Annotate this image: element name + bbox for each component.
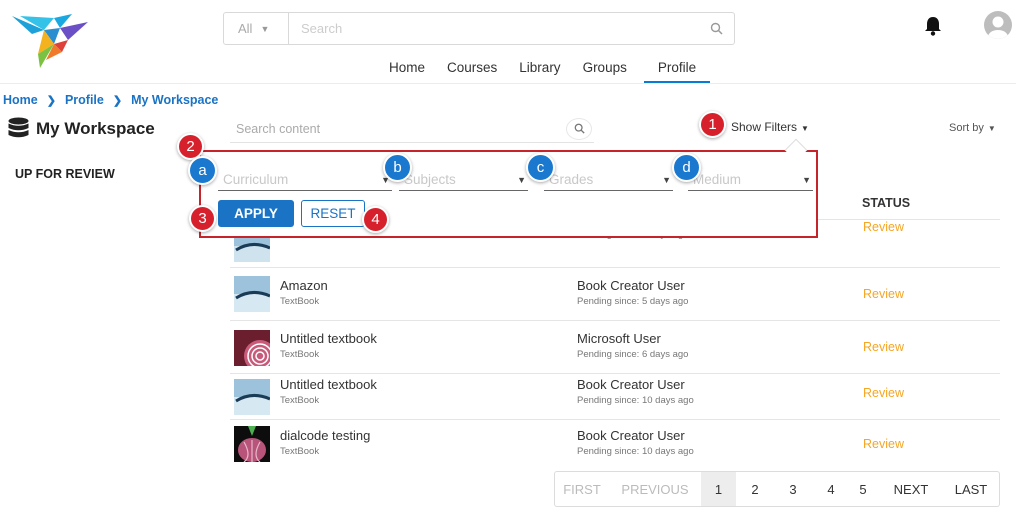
breadcrumb-home[interactable]: Home: [3, 93, 38, 107]
review-link[interactable]: Review: [863, 386, 904, 400]
search-scope-label: All: [238, 21, 253, 36]
row-pending: Pending since: 10 days ago: [577, 446, 694, 457]
callout-badge-d: d: [672, 153, 701, 182]
filter-panel: Curriculum ▼ Subjects ▼ Grades ▼ Medium …: [199, 150, 818, 238]
medium-select[interactable]: Medium ▼: [688, 169, 813, 191]
sort-by-dropdown[interactable]: Sort by ▼: [949, 122, 996, 134]
book-thumbnail: [234, 276, 270, 312]
header-divider: [0, 83, 1016, 84]
show-filters-label: Show Filters: [731, 120, 798, 134]
content-search-input[interactable]: [230, 121, 566, 136]
table-row[interactable]: Untitled textbook TextBook Book Creator …: [230, 374, 1000, 420]
callout-badge-3: 3: [189, 205, 216, 232]
content-search-bar: [230, 115, 594, 143]
show-filters-toggle[interactable]: Show Filters ▼: [731, 120, 809, 134]
page-next[interactable]: NEXT: [876, 472, 946, 506]
page-title: My Workspace: [8, 117, 155, 141]
chevron-right-icon: ❯: [46, 94, 56, 107]
database-icon: [8, 117, 29, 138]
page-first[interactable]: FIRST: [555, 472, 609, 506]
row-type: TextBook: [280, 349, 320, 360]
nav-home[interactable]: Home: [384, 57, 430, 83]
review-link[interactable]: Review: [863, 340, 904, 354]
caret-down-icon: ▼: [662, 174, 671, 185]
row-title: Untitled textbook: [280, 331, 377, 346]
workspace-title: My Workspace: [36, 119, 155, 138]
row-user: Book Creator User: [577, 278, 685, 293]
review-link[interactable]: Review: [863, 287, 904, 301]
notification-bell-icon[interactable]: [922, 15, 944, 37]
apply-button[interactable]: APPLY: [218, 200, 294, 227]
row-user: Microsoft User: [577, 331, 661, 346]
row-title: Untitled textbook: [280, 377, 377, 392]
review-link[interactable]: Review: [863, 220, 904, 234]
row-title: dialcode testing: [280, 428, 371, 443]
callout-badge-b: b: [383, 153, 412, 182]
table-row[interactable]: Untitled textbook TextBook Microsoft Use…: [230, 321, 1000, 374]
breadcrumb: Home ❯ Profile ❯ My Workspace: [3, 93, 218, 107]
row-pending: Pending since: 10 days ago: [577, 395, 694, 406]
subjects-select[interactable]: Subjects ▼: [399, 169, 528, 191]
book-thumbnail: [234, 330, 270, 366]
grades-placeholder: Grades: [549, 172, 594, 187]
subjects-placeholder: Subjects: [404, 172, 456, 187]
callout-badge-4: 4: [362, 206, 389, 233]
search-input[interactable]: [289, 13, 698, 44]
row-type: TextBook: [280, 446, 320, 457]
global-search-bar: All ▼: [223, 12, 735, 45]
search-scope-dropdown[interactable]: All ▼: [224, 13, 289, 44]
callout-badge-a: a: [188, 156, 217, 185]
page-2[interactable]: 2: [736, 472, 774, 506]
caret-down-icon: ▼: [987, 124, 996, 133]
page-last[interactable]: LAST: [946, 472, 996, 506]
chevron-right-icon: ❯: [112, 94, 123, 107]
main-nav: Home Courses Library Groups Profile: [384, 57, 711, 83]
search-icon[interactable]: [698, 13, 734, 44]
pagination: FIRST PREVIOUS 1 2 3 4 5 NEXT LAST: [554, 471, 1000, 507]
row-title: Amazon: [280, 278, 328, 293]
row-user: Book Creator User: [577, 377, 685, 392]
curriculum-select[interactable]: Curriculum ▼: [218, 169, 392, 191]
row-pending: Pending since: 5 days ago: [577, 296, 689, 307]
page-previous[interactable]: PREVIOUS: [609, 472, 701, 506]
table-row[interactable]: dialcode testing TextBook Book Creator U…: [230, 420, 1000, 468]
page-3[interactable]: 3: [774, 472, 812, 506]
page-1[interactable]: 1: [701, 472, 736, 506]
medium-placeholder: Medium: [693, 172, 742, 187]
user-avatar[interactable]: [984, 11, 1012, 39]
page-5[interactable]: 5: [850, 472, 876, 506]
nav-groups[interactable]: Groups: [578, 57, 632, 83]
caret-down-icon: ▼: [802, 174, 811, 185]
caret-down-icon: ▼: [517, 174, 526, 185]
nav-courses[interactable]: Courses: [442, 57, 502, 83]
callout-badge-1: 1: [699, 111, 726, 138]
row-type: TextBook: [280, 296, 320, 307]
row-type: TextBook: [280, 395, 320, 406]
status-column-header: STATUS: [862, 196, 911, 210]
table-row[interactable]: Amazon TextBook Book Creator User Pendin…: [230, 268, 1000, 321]
callout-badge-c: c: [526, 153, 555, 182]
row-user: Book Creator User: [577, 428, 685, 443]
chevron-down-icon: ▼: [260, 23, 270, 34]
row-pending: Pending since: 6 days ago: [577, 349, 689, 360]
nav-library[interactable]: Library: [514, 57, 565, 83]
review-link[interactable]: Review: [863, 437, 904, 451]
breadcrumb-my-workspace[interactable]: My Workspace: [131, 93, 218, 107]
reset-button[interactable]: RESET: [301, 200, 365, 227]
sort-by-label: Sort by: [949, 122, 984, 134]
book-thumbnail: [234, 379, 270, 415]
sidebar-item-up-for-review[interactable]: UP FOR REVIEW: [0, 157, 140, 191]
book-thumbnail: [234, 426, 270, 462]
caret-down-icon: ▼: [801, 124, 809, 133]
nav-profile[interactable]: Profile: [643, 57, 711, 83]
curriculum-placeholder: Curriculum: [223, 172, 289, 187]
search-icon[interactable]: [566, 117, 592, 140]
grades-select[interactable]: Grades ▼: [544, 169, 673, 191]
bird-logo-icon[interactable]: [10, 10, 90, 72]
breadcrumb-profile[interactable]: Profile: [65, 93, 104, 107]
page-4[interactable]: 4: [812, 472, 850, 506]
